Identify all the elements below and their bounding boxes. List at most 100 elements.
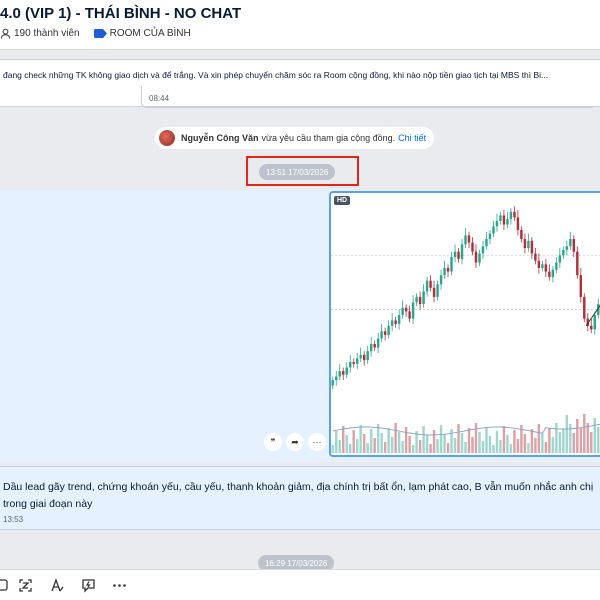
volume-bar [352, 430, 355, 453]
highlight-box [246, 156, 359, 186]
volume-bar [404, 427, 408, 453]
room-tag[interactable]: ROOM CỦA BÌNH [93, 28, 191, 39]
candle [335, 376, 338, 381]
message-time: 08:44 [149, 94, 170, 103]
candle [576, 251, 579, 276]
candle [583, 296, 586, 319]
candle [439, 275, 443, 285]
screenshot-icon[interactable] [17, 577, 33, 593]
reply-quote-frame [141, 86, 593, 108]
volume-bar [436, 439, 439, 453]
candle [422, 291, 425, 305]
candle [408, 311, 411, 319]
volume-bar [572, 433, 576, 453]
volume-bar [579, 428, 583, 453]
candle [355, 358, 359, 364]
more-icon[interactable]: ··· [308, 433, 326, 451]
candle [565, 246, 569, 250]
volume-bar [590, 432, 593, 453]
volume-bar [488, 436, 492, 453]
candle [432, 287, 436, 297]
candle [509, 211, 513, 220]
message-text: Dầu lead gãy trend, chứng khoán yếu, cầu… [3, 481, 594, 510]
volume-bar [422, 426, 425, 453]
tag-icon [93, 29, 107, 38]
volume-bar [509, 444, 513, 453]
chat-header: 4.0 (VIP 1) - THÁI BÌNH - NO CHAT 190 th… [0, 0, 600, 50]
candle [474, 251, 478, 263]
candle [436, 284, 439, 297]
volume-bar [597, 427, 600, 453]
volume-bar [576, 419, 579, 453]
candle [537, 260, 541, 268]
time-divider: 16:29 17/03/2026 [258, 555, 335, 569]
candle [376, 338, 380, 348]
volume-bar [495, 431, 499, 453]
candle [366, 351, 369, 361]
candle [495, 220, 499, 227]
candle [390, 320, 394, 326]
candle [331, 380, 334, 386]
volume-bar [492, 445, 495, 453]
quote-icon[interactable]: ❞ [264, 433, 282, 451]
candle [348, 362, 352, 368]
candle [513, 211, 516, 218]
volume-bar [338, 440, 341, 453]
candle [523, 239, 527, 249]
candle [572, 239, 576, 252]
message-actions: ❞ ➦ ··· [264, 433, 326, 451]
avatar[interactable] [159, 130, 175, 146]
group-meta: 190 thành viên ROOM CỦA BÌNH [0, 28, 191, 39]
member-count[interactable]: 190 thành viên [14, 28, 80, 39]
volume-bar [593, 418, 596, 453]
volume-bar [474, 423, 478, 453]
candle [478, 253, 481, 263]
candle [394, 320, 397, 325]
sticker-icon[interactable] [0, 577, 10, 593]
volume-bar [541, 433, 544, 453]
system-notice: Nguyễn Công Văn vừa yêu cầu tham gia cộn… [155, 127, 435, 149]
notice-text: vừa yêu cầu tham gia cộng đồng. [261, 133, 396, 143]
candle [499, 215, 502, 221]
message-list[interactable]: đang check những TK không giao dịch và đ… [0, 51, 600, 569]
text-format-icon[interactable] [49, 577, 65, 593]
candle [562, 249, 565, 256]
candle [338, 371, 341, 377]
details-link[interactable]: Chi tiết [398, 133, 426, 143]
user-name[interactable]: Nguyễn Công Văn [181, 133, 259, 143]
candle [481, 246, 485, 254]
candle [544, 264, 548, 272]
volume-bar [355, 439, 359, 453]
quick-message-icon[interactable] [80, 577, 96, 593]
candle [383, 331, 387, 335]
message-bubble[interactable]: đang check những TK không giao dịch và đ… [0, 59, 600, 108]
volume-bar [408, 436, 411, 453]
candle [359, 354, 362, 359]
volume-bar [562, 429, 565, 453]
chart-image[interactable]: HD [329, 191, 600, 457]
volume-bar [425, 435, 429, 453]
person-icon [0, 28, 11, 39]
share-icon[interactable]: ➦ [286, 433, 304, 451]
candle [502, 215, 506, 225]
volume-bar [502, 426, 506, 453]
volume-bar [544, 442, 548, 453]
volume-bar [359, 425, 362, 453]
candle [342, 371, 345, 375]
more-options-icon[interactable] [111, 577, 127, 593]
volume-bar [387, 428, 390, 453]
candle [551, 269, 555, 277]
group-title: 4.0 (VIP 1) - THÁI BÌNH - NO CHAT [0, 5, 242, 22]
candle [492, 226, 495, 234]
candle [558, 255, 562, 263]
candle [516, 217, 520, 230]
candle [460, 244, 464, 259]
volume-bar [369, 429, 373, 453]
volume-bar [478, 432, 481, 453]
candle [471, 242, 474, 252]
candlestick-chart [331, 206, 600, 453]
message-bubble[interactable]: Dầu lead gãy trend, chứng khoán yếu, cầu… [0, 466, 600, 530]
volume-bar [558, 432, 562, 453]
volume-bar [513, 430, 516, 453]
volume-bar [516, 439, 520, 453]
